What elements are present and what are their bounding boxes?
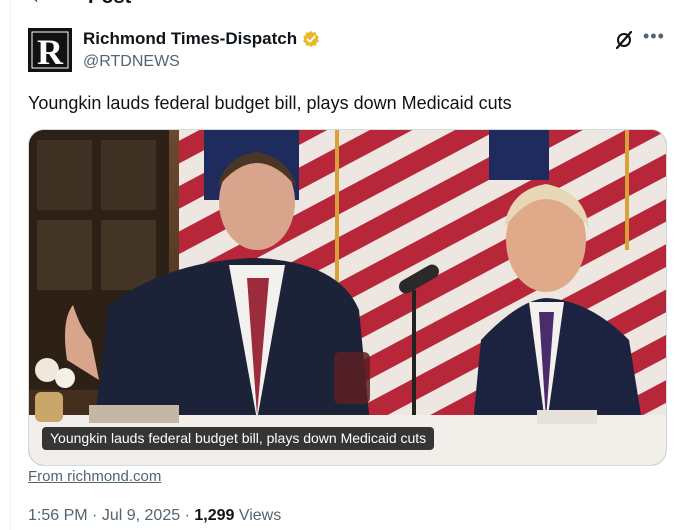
- views-label: Views: [238, 507, 282, 524]
- views-count: 1,299: [194, 507, 235, 524]
- grok-icon[interactable]: [614, 30, 634, 50]
- avatar[interactable]: R: [28, 28, 72, 72]
- media-image[interactable]: [28, 129, 667, 466]
- avatar-letter: R: [37, 32, 64, 72]
- source-link[interactable]: From richmond.com: [28, 468, 161, 485]
- post-header: ← Post: [0, 0, 675, 8]
- author-handle[interactable]: @RTDNEWS: [83, 52, 180, 72]
- post-metadata: 1:56 PM · Jul 9, 2025 · 1,299 Views: [28, 506, 281, 526]
- page-title: Post: [88, 0, 131, 8]
- separator: ·: [184, 507, 190, 524]
- separator: ·: [92, 507, 98, 524]
- media-caption: Youngkin lauds federal budget bill, play…: [42, 427, 435, 450]
- arrow-left-icon[interactable]: ←: [30, 0, 50, 8]
- more-icon[interactable]: •••: [643, 26, 665, 47]
- post-time[interactable]: 1:56 PM: [28, 507, 88, 524]
- verified-badge-icon: [303, 30, 319, 48]
- timeline-border: [10, 0, 11, 530]
- author-name[interactable]: Richmond Times-Dispatch: [83, 29, 297, 49]
- post-date[interactable]: Jul 9, 2025: [102, 507, 180, 524]
- tweet-text: Youngkin lauds federal budget bill, play…: [28, 93, 512, 113]
